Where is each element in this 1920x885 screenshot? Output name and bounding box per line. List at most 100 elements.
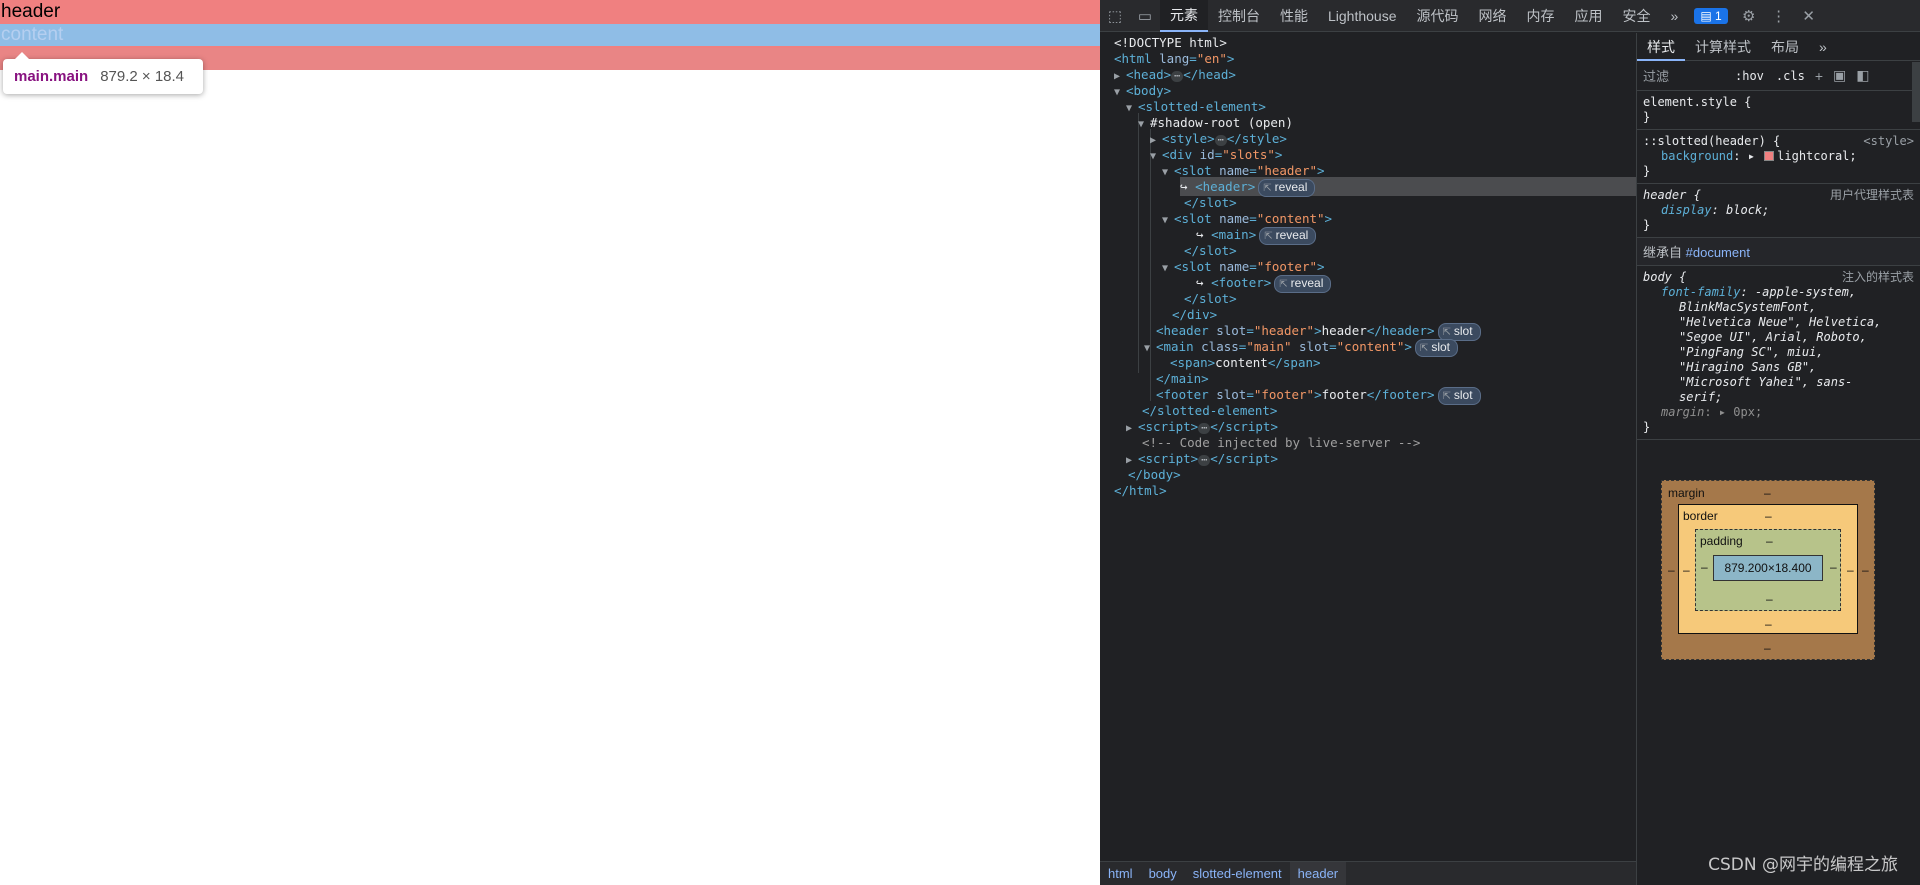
rule-selector: body {: [1643, 270, 1687, 284]
expand-arrow-icon[interactable]: ▶: [1126, 419, 1138, 438]
inherited-link[interactable]: #document: [1686, 245, 1750, 260]
box-model-border: border – – – – padding – – – – 879.200×1…: [1678, 504, 1858, 634]
breadcrumb-header[interactable]: header: [1289, 861, 1347, 885]
css-value[interactable]: lightcoral;: [1777, 149, 1856, 163]
rule-selector: ::slotted(header) {: [1643, 134, 1781, 148]
inherited-label: 继承自: [1643, 245, 1683, 260]
box-model-border-bottom[interactable]: –: [1765, 617, 1772, 631]
tab-security[interactable]: 安全: [1613, 0, 1661, 32]
rule-source-label: 注入的样式表: [1841, 270, 1914, 284]
box-model-padding-bottom[interactable]: –: [1766, 592, 1773, 606]
css-value: "Microsoft Yahei", sans-: [1679, 375, 1853, 389]
page-preview: header content main.main 879.2 × 18.4: [0, 0, 1100, 885]
color-swatch[interactable]: [1764, 151, 1775, 161]
rule-element-style[interactable]: element.style { }: [1637, 91, 1920, 130]
box-model-diagram: margin – – – – border – – – – padding – …: [1661, 480, 1875, 660]
box-model-padding-left[interactable]: –: [1701, 560, 1708, 574]
box-model-margin-left[interactable]: –: [1668, 563, 1675, 577]
more-tabs-chevron-icon[interactable]: »: [1661, 0, 1689, 32]
more-tabs-chevron-icon[interactable]: »: [1809, 33, 1837, 61]
tab-performance[interactable]: 性能: [1270, 0, 1318, 32]
device-toolbar-icon[interactable]: ▭: [1130, 0, 1160, 32]
box-model-padding-right[interactable]: –: [1830, 560, 1837, 574]
slot-badge[interactable]: ⇱ slot: [1414, 339, 1458, 357]
box-model-padding: padding – – – – 879.200×18.400: [1695, 529, 1841, 611]
collapse-arrow-icon[interactable]: ▼: [1162, 163, 1174, 182]
close-icon[interactable]: ✕: [1794, 0, 1824, 32]
box-model-margin-label: margin: [1668, 486, 1705, 500]
box-model-margin-right[interactable]: –: [1862, 563, 1869, 577]
css-value: serif;: [1679, 390, 1723, 404]
box-model-content[interactable]: 879.200×18.400: [1713, 555, 1823, 581]
tab-styles[interactable]: 样式: [1637, 33, 1685, 61]
issues-badge[interactable]: ▤ 1: [1694, 7, 1728, 24]
reveal-button[interactable]: ⇱ reveal: [1259, 227, 1317, 245]
kebab-icon[interactable]: ⋮: [1764, 0, 1794, 32]
rule-body-injected[interactable]: body {注入的样式表 font-family: -apple-system,…: [1637, 266, 1920, 440]
tab-sources[interactable]: 源代码: [1407, 0, 1469, 32]
css-property: margin: [1661, 405, 1705, 419]
slot-badge[interactable]: ⇱ slot: [1437, 387, 1481, 405]
tab-layout[interactable]: 布局: [1761, 33, 1809, 61]
collapse-arrow-icon[interactable]: ▼: [1138, 115, 1150, 134]
tab-computed[interactable]: 计算样式: [1685, 33, 1761, 61]
new-rule-icon[interactable]: +: [1815, 68, 1823, 84]
css-value: block;: [1726, 203, 1770, 217]
rule-slotted-header[interactable]: ::slotted(header) {<style> background: ▸…: [1637, 130, 1920, 184]
collapse-arrow-icon[interactable]: ▼: [1162, 259, 1174, 278]
gear-icon[interactable]: ⚙: [1734, 0, 1764, 32]
elements-tree: <!DOCTYPE html> <html lang="en"> ▶ <head>…: [1100, 33, 1636, 855]
rule-header-ua[interactable]: header {用户代理样式表 display: block; }: [1637, 184, 1920, 238]
slot-icon: ⇱: [1419, 343, 1429, 354]
css-value: "Segoe UI", Arial, Roboto,: [1679, 330, 1867, 344]
span-node-text: content: [1215, 355, 1268, 370]
styles-scrollbar[interactable]: [1912, 62, 1920, 122]
tab-memory[interactable]: 内存: [1517, 0, 1565, 32]
filter-input[interactable]: 过滤: [1643, 66, 1723, 85]
tab-network[interactable]: 网络: [1469, 0, 1517, 32]
inspect-cursor-icon[interactable]: ⬚: [1100, 0, 1130, 32]
css-property: display: [1661, 203, 1712, 217]
collapse-arrow-icon[interactable]: ▼: [1144, 339, 1156, 358]
tab-lighthouse[interactable]: Lighthouse: [1318, 0, 1407, 32]
reveal-icon: ⇱: [1263, 183, 1272, 194]
styles-filter-bar: 过滤 :hov .cls + ▣ ◧: [1637, 61, 1920, 91]
collapse-arrow-icon[interactable]: ▼: [1162, 211, 1174, 230]
shadow-root-label: #shadow-root (open): [1150, 115, 1293, 130]
box-model-border-left[interactable]: –: [1683, 563, 1690, 577]
collapse-arrow-icon[interactable]: ▼: [1126, 99, 1138, 118]
slot-icon: ⇱: [1442, 391, 1451, 402]
slot-label: slot: [1453, 324, 1473, 338]
css-value: "PingFang SC", miui,: [1679, 345, 1824, 359]
tree-node-slotted-header-selected[interactable]: ↪ <header> ⇱ reveal: [1180, 177, 1636, 197]
breadcrumb-slotted-element[interactable]: slotted-element: [1185, 866, 1290, 881]
slot-label: slot: [1431, 340, 1450, 354]
box-model-margin-bottom[interactable]: –: [1764, 641, 1771, 655]
cls-button[interactable]: .cls: [1776, 69, 1805, 83]
tab-elements[interactable]: 元素: [1160, 0, 1208, 32]
rule-source-link[interactable]: <style>: [1863, 134, 1914, 149]
collapse-arrow-icon[interactable]: ▼: [1114, 83, 1126, 102]
tree-node-html-close[interactable]: </html>: [1114, 481, 1167, 500]
tab-console[interactable]: 控制台: [1208, 0, 1270, 32]
box-model-padding-label: padding: [1700, 534, 1743, 548]
hov-button[interactable]: :hov: [1735, 69, 1764, 83]
css-property[interactable]: background: [1643, 149, 1733, 163]
reveal-button[interactable]: ⇱ reveal: [1258, 179, 1316, 197]
inherited-from-header: 继承自 #document: [1637, 238, 1920, 266]
paint-brush-icon[interactable]: ▣: [1833, 67, 1846, 84]
box-model-border-right[interactable]: –: [1847, 563, 1854, 577]
box-model-border-label: border: [1683, 509, 1718, 523]
css-value: -apple-system,: [1754, 285, 1857, 299]
box-model-margin-top[interactable]: –: [1764, 486, 1771, 500]
box-model-border-top[interactable]: –: [1765, 509, 1772, 523]
toggle-sidebar-icon[interactable]: ◧: [1856, 67, 1869, 84]
slot-label: slot: [1453, 388, 1473, 402]
tab-application[interactable]: 应用: [1565, 0, 1613, 32]
reveal-button[interactable]: ⇱ reveal: [1274, 275, 1332, 293]
breadcrumb-body[interactable]: body: [1141, 866, 1185, 881]
box-model-padding-top[interactable]: –: [1766, 534, 1773, 548]
reveal-label: reveal: [1275, 228, 1309, 242]
collapse-arrow-icon[interactable]: ▼: [1150, 147, 1162, 166]
breadcrumb-html[interactable]: html: [1100, 866, 1141, 881]
